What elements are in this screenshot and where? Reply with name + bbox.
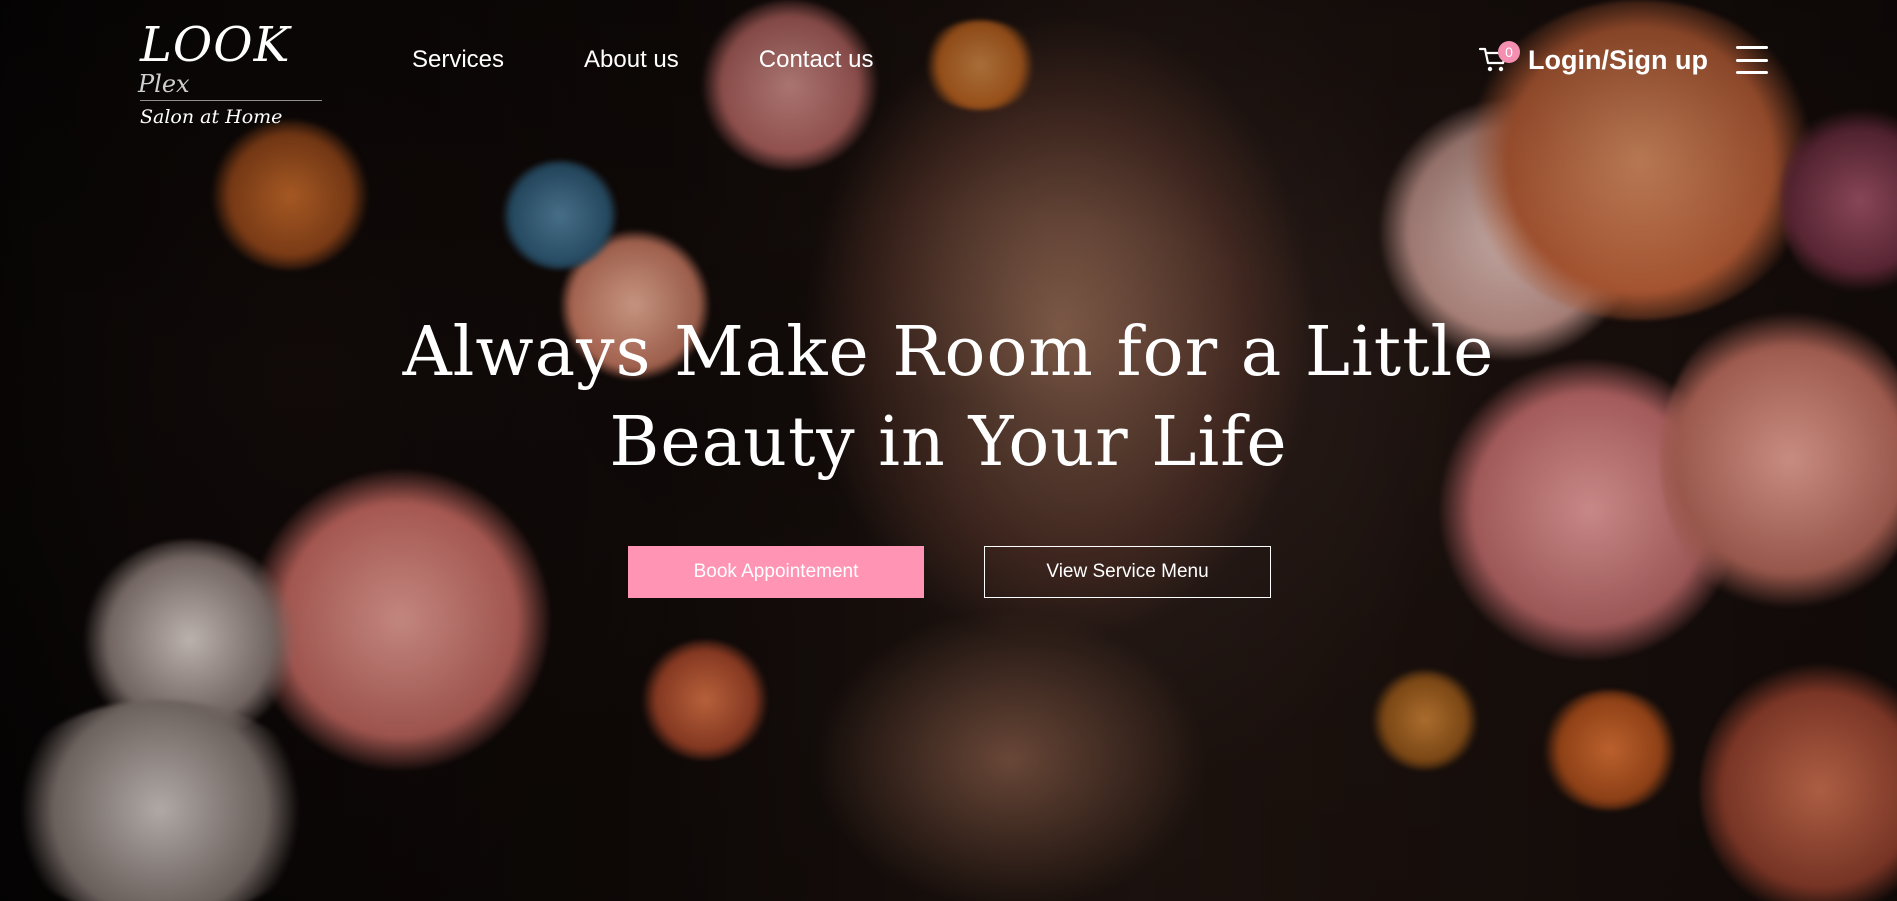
nav-link-about-us[interactable]: About us (584, 44, 679, 76)
nav-link-contact-us[interactable]: Contact us (759, 44, 874, 76)
hero-headline-line-1: Always Make Room for a Little (402, 313, 1495, 392)
hero-headline: Always Make Room for a Little Beauty in … (0, 308, 1897, 488)
hero-headline-line-2: Beauty in Your Life (609, 403, 1288, 482)
book-appointment-button[interactable]: Book Appointement (628, 546, 924, 598)
logo[interactable]: LOOKPlex Salon at Home (138, 17, 322, 128)
logo-tagline: Salon at Home (140, 106, 283, 128)
login-signup-link[interactable]: Login/Sign up (1528, 40, 1708, 80)
logo-main-text: LOOK (140, 17, 291, 73)
main-nav: Services About us Contact us (412, 44, 874, 76)
logo-divider (140, 100, 322, 101)
cart-count-badge: 0 (1498, 41, 1520, 63)
view-service-menu-button[interactable]: View Service Menu (984, 546, 1271, 598)
hamburger-menu-icon[interactable] (1735, 46, 1768, 74)
site-header: LOOKPlex Salon at Home Services About us… (0, 0, 1897, 128)
logo-suffix-text: Plex (138, 70, 190, 98)
logo-wordmark: LOOKPlex (138, 17, 322, 98)
nav-link-services[interactable]: Services (412, 44, 504, 76)
cart-button[interactable]: 0 (1478, 41, 1520, 77)
header-actions: 0 Login/Sign up (1478, 40, 1768, 80)
